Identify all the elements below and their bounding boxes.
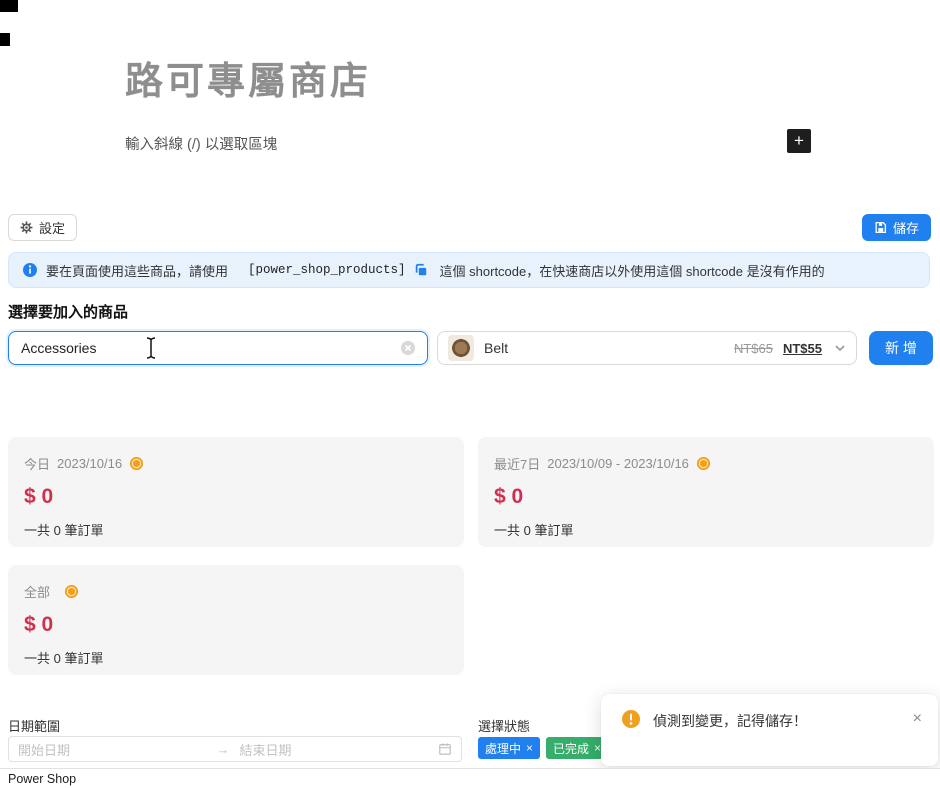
date-range-picker[interactable]: 開始日期 → 結束日期: [8, 736, 462, 762]
shortcode-text: [power_shop_products]: [248, 263, 406, 277]
stats-amount: $ 0: [24, 485, 448, 509]
stats-period-label: 全部: [24, 582, 50, 601]
gear-icon: [20, 221, 33, 234]
product-name: Belt: [484, 340, 508, 356]
product-picker-heading: 選擇要加入的商品: [8, 301, 128, 322]
chevron-down-icon: [834, 342, 846, 354]
toast-notification: 偵測到變更，記得儲存！ ×: [601, 694, 938, 766]
save-label: 儲存: [893, 218, 919, 237]
status-filter-label: 選擇狀態: [478, 716, 530, 735]
coin-icon: [696, 456, 711, 471]
product-thumbnail: [448, 335, 474, 361]
date-range-label: 日期範圍: [8, 716, 60, 735]
coin-icon: [64, 584, 79, 599]
toast-message: 偵測到變更，記得儲存！: [653, 709, 901, 731]
end-date-placeholder: 結束日期: [230, 740, 439, 759]
range-arrow-icon: →: [217, 742, 230, 757]
plus-icon: +: [794, 131, 804, 150]
save-icon: [874, 221, 887, 234]
breadcrumb[interactable]: Power Shop: [8, 772, 76, 786]
settings-label: 設定: [39, 218, 65, 237]
stats-card-all: 全部 $ 0 一共 0 筆訂單: [8, 565, 464, 675]
add-product-button[interactable]: 新 增: [869, 331, 933, 365]
status-tag-processing[interactable]: 處理中 ×: [478, 737, 540, 759]
block-appender-placeholder[interactable]: 輸入斜線 (/) 以選取區塊: [125, 133, 277, 154]
status-tags: 處理中 × 已完成 ×: [478, 737, 608, 759]
clear-icon[interactable]: [400, 340, 416, 356]
tag-label: 已完成: [553, 740, 589, 757]
editor-footer: Power Shop: [0, 768, 940, 788]
toast-close-button[interactable]: ×: [913, 709, 922, 727]
warning-icon: [621, 709, 641, 729]
stats-amount: $ 0: [24, 613, 448, 637]
screen-artifact: [0, 0, 18, 12]
block-inserter-button[interactable]: +: [787, 129, 811, 153]
product-select[interactable]: Belt NT$65 NT$55: [437, 331, 857, 365]
stats-orders: 一共 0 筆訂單: [494, 520, 918, 539]
banner-text-before: 要在頁面使用這些商品，請使用: [46, 261, 228, 280]
settings-button[interactable]: 設定: [8, 214, 77, 241]
tag-close-icon[interactable]: ×: [594, 741, 601, 755]
product-search: [8, 331, 428, 365]
stats-period-label: 最近7日: [494, 454, 540, 473]
screen-artifact: [0, 33, 10, 46]
page-title[interactable]: 路可專屬商店: [125, 50, 371, 105]
status-tag-completed[interactable]: 已完成 ×: [546, 737, 608, 759]
shortcode-info-banner: 要在頁面使用這些商品，請使用 [power_shop_products] 這個 …: [8, 252, 930, 288]
stats-amount: $ 0: [494, 485, 918, 509]
stats-card-week: 最近7日 2023/10/09 - 2023/10/16 $ 0 一共 0 筆訂…: [478, 437, 934, 547]
stats-period-range: 2023/10/09 - 2023/10/16: [547, 456, 689, 471]
regular-price: NT$65: [734, 341, 773, 356]
calendar-icon: [438, 742, 452, 756]
save-button[interactable]: 儲存: [862, 214, 931, 241]
banner-text-after: 這個 shortcode，在快速商店以外使用這個 shortcode 是沒有作用…: [440, 261, 825, 280]
sale-price: NT$55: [783, 341, 822, 356]
stats-period-label: 今日: [24, 454, 50, 473]
info-icon: [22, 262, 38, 278]
tag-label: 處理中: [485, 740, 521, 757]
stats-period-range: 2023/10/16: [57, 456, 122, 471]
coin-icon: [129, 456, 144, 471]
stats-orders: 一共 0 筆訂單: [24, 648, 448, 667]
product-search-input[interactable]: [8, 331, 428, 365]
copy-icon[interactable]: [414, 263, 428, 277]
start-date-placeholder: 開始日期: [18, 740, 217, 759]
tag-close-icon[interactable]: ×: [526, 741, 533, 755]
stats-card-today: 今日 2023/10/16 $ 0 一共 0 筆訂單: [8, 437, 464, 547]
stats-orders: 一共 0 筆訂單: [24, 520, 448, 539]
editor-canvas: 路可專屬商店 輸入斜線 (/) 以選取區塊 + 設定 儲存 要在頁面使用這些商品…: [0, 0, 940, 788]
